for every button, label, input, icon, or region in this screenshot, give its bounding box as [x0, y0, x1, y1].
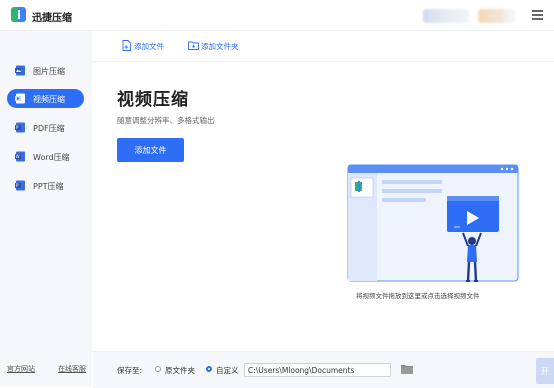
online-support-link[interactable]: 在线客服 [58, 364, 86, 374]
svg-text:W: W [16, 154, 20, 159]
start-button[interactable]: 开 [536, 358, 554, 384]
save-to-label: 保存至: [117, 366, 143, 375]
sidebar-item-label: 图片压缩 [33, 67, 65, 76]
ppt-file-icon: P [15, 180, 25, 191]
sidebar-item-pdf[interactable]: P PDF压缩 [7, 118, 84, 137]
sidebar-item-image[interactable]: 图片压缩 [7, 61, 84, 80]
main-panel: 视频压缩 随意调整分辨率、多格式输出 添加文件 将视频文件拖放到这里或点击选择视… [93, 62, 554, 350]
sidebar-item-word[interactable]: W Word压缩 [7, 147, 84, 166]
custom-folder-label: 自定义 [216, 366, 239, 375]
sidebar-item-label: 视频压缩 [33, 95, 65, 104]
sidebar-item-video[interactable]: 视频压缩 [7, 89, 84, 108]
menu-icon[interactable] [532, 10, 543, 20]
add-file-button[interactable]: 添加文件 [117, 138, 184, 162]
user-avatar-blurred[interactable] [423, 9, 469, 23]
radio-unchecked-icon [155, 366, 161, 372]
radio-checked-icon [206, 366, 212, 372]
add-file-icon [122, 40, 131, 51]
toolbar: 添加文件 添加文件夹 [93, 31, 554, 62]
word-file-icon: W [15, 151, 25, 162]
sidebar-item-label: PPT压缩 [33, 182, 64, 191]
title-bar: 迅捷压缩 [0, 0, 554, 31]
page-title: 视频压缩 [117, 90, 189, 110]
save-path-input[interactable] [244, 363, 391, 377]
add-file-label: 添加文件 [134, 42, 164, 51]
page-subtitle: 随意调整分辨率、多格式输出 [117, 116, 215, 125]
vip-badge-blurred[interactable] [478, 9, 516, 23]
sidebar: 图片压缩 视频压缩 P PDF压缩 W Word压缩 P PPT压缩 官方网站 … [0, 31, 92, 387]
image-file-icon [15, 65, 25, 76]
app-logo-icon [11, 7, 26, 22]
add-folder-label: 添加文件夹 [201, 42, 239, 51]
sidebar-item-label: PDF压缩 [33, 124, 65, 133]
folder-icon[interactable] [401, 364, 413, 374]
drop-hint-text: 将视频文件拖放到这里或点击选择视频文件 [356, 292, 480, 300]
drop-zone-illustration-icon[interactable] [346, 164, 524, 286]
video-file-icon [15, 93, 25, 104]
sidebar-item-ppt[interactable]: P PPT压缩 [7, 176, 84, 195]
official-website-link[interactable]: 官方网站 [7, 364, 35, 374]
bottom-bar: 保存至: 原文件夹 自定义 开 [93, 351, 554, 388]
sidebar-item-label: Word压缩 [33, 153, 70, 162]
pdf-file-icon: P [15, 122, 25, 133]
app-title: 迅捷压缩 [32, 13, 72, 24]
add-folder-icon [188, 41, 199, 50]
source-folder-label: 原文件夹 [165, 366, 195, 375]
